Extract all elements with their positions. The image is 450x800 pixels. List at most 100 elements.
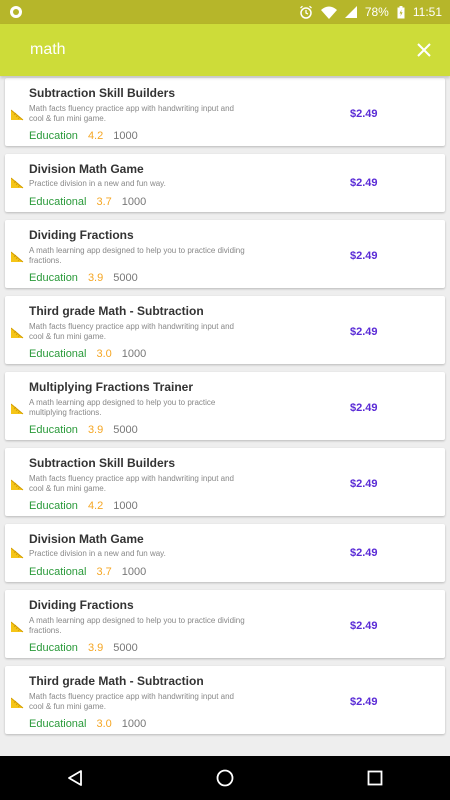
app-category: Education (29, 642, 78, 654)
clock: 11:51 (412, 5, 442, 19)
app-price[interactable]: $2.49 (350, 177, 378, 189)
status-left (10, 6, 22, 18)
app-meta: Education 4.2 1000 (29, 130, 138, 142)
app-rating: 3.7 (96, 196, 112, 208)
ruler-icon (10, 402, 25, 416)
app-downloads: 5000 (113, 424, 138, 436)
search-input[interactable] (30, 41, 330, 59)
app-price[interactable]: $2.49 (350, 108, 378, 120)
app-downloads: 1000 (121, 566, 147, 578)
app-category: Educational (29, 566, 87, 578)
signal-icon (344, 6, 357, 18)
result-card[interactable]: Dividing Fractions A math learning app de… (5, 220, 445, 288)
ruler-icon (10, 176, 25, 190)
ruler-icon (10, 478, 25, 492)
result-card[interactable]: Multiplying Fractions Trainer A math lear… (5, 372, 445, 440)
back-icon (68, 770, 82, 786)
home-icon (216, 769, 234, 787)
result-card[interactable]: Division Math Game Practice division in a… (5, 154, 445, 212)
app-description: Math facts fluency practice app with han… (29, 474, 235, 493)
recents-icon (367, 770, 383, 786)
close-icon (417, 43, 431, 57)
app-downloads: 1000 (121, 196, 147, 208)
ruler-icon (10, 546, 25, 560)
wifi-icon (320, 6, 337, 19)
app-title: Division Math Game (29, 162, 144, 176)
app-price[interactable]: $2.49 (350, 402, 378, 414)
app-category: Educational (29, 718, 87, 730)
app-price[interactable]: $2.49 (350, 696, 378, 708)
app-downloads: 1000 (113, 130, 138, 142)
app-category: Education (29, 424, 78, 436)
result-list[interactable]: Subtraction Skill Builders Math facts flu… (0, 76, 450, 756)
app-rating: 4.2 (87, 500, 104, 512)
app-meta: Educational 3.7 1000 (29, 566, 146, 578)
app-meta: Education 4.2 1000 (29, 500, 138, 512)
app-description: Practice division in a new and fun way. (29, 179, 166, 188)
app-description: A math learning app designed to help you… (29, 246, 245, 265)
app-title: Subtraction Skill Builders (29, 86, 176, 100)
app-rating: 4.2 (87, 130, 104, 142)
app-price[interactable]: $2.49 (350, 326, 378, 338)
app-category: Education (29, 130, 78, 142)
ruler-icon (10, 250, 25, 264)
status-right: 78% 11:51 (299, 5, 442, 19)
ruler-icon (10, 108, 25, 122)
home-button[interactable] (205, 758, 245, 798)
battery-icon (397, 5, 405, 19)
recents-button[interactable] (355, 758, 395, 798)
ruler-icon (10, 620, 25, 634)
app-downloads: 5000 (113, 642, 138, 654)
result-card[interactable]: Subtraction Skill Builders Math facts flu… (5, 78, 445, 146)
app-title: Division Math Game (29, 532, 144, 546)
app-downloads: 5000 (113, 272, 138, 284)
app-meta: Education 3.9 5000 (29, 272, 138, 284)
app-meta: Educational 3.0 1000 (29, 348, 146, 360)
result-card[interactable]: Third grade Math - Subtraction Math facts… (5, 666, 445, 734)
app-title: Dividing Fractions (29, 228, 134, 242)
app-description: Math facts fluency practice app with han… (29, 104, 235, 123)
app-price[interactable]: $2.49 (350, 478, 378, 490)
search-header (0, 24, 450, 76)
app-title: Dividing Fractions (29, 598, 134, 612)
app-title: Multiplying Fractions Trainer (29, 380, 194, 394)
app-meta: Education 3.9 5000 (29, 424, 138, 436)
app-description: Math facts fluency practice app with han… (29, 322, 235, 341)
ruler-icon (10, 696, 25, 710)
app-description: A math learning app designed to help you… (29, 616, 245, 635)
app-price[interactable]: $2.49 (350, 547, 378, 559)
notification-dot-icon (10, 6, 22, 18)
app-description: A math learning app designed to help you… (29, 398, 216, 417)
app-description: Practice division in a new and fun way. (29, 549, 166, 558)
app-title: Third grade Math - Subtraction (29, 304, 204, 318)
app-rating: 3.7 (96, 566, 112, 578)
app-title: Subtraction Skill Builders (29, 456, 176, 470)
app-rating: 3.9 (87, 642, 104, 654)
app-title: Third grade Math - Subtraction (29, 674, 204, 688)
app-meta: Educational 3.7 1000 (29, 196, 146, 208)
app-rating: 3.9 (87, 272, 104, 284)
app-downloads: 1000 (121, 718, 147, 730)
status-bar: 78% 11:51 (0, 0, 450, 24)
battery-percent: 78% (364, 5, 389, 19)
result-card[interactable]: Dividing Fractions A math learning app de… (5, 590, 445, 658)
app-meta: Education 3.9 5000 (29, 642, 138, 654)
ruler-icon (10, 326, 25, 340)
navigation-bar (0, 756, 450, 800)
app-price[interactable]: $2.49 (350, 250, 378, 262)
app-downloads: 1000 (121, 348, 147, 360)
result-card[interactable]: Subtraction Skill Builders Math facts flu… (5, 448, 445, 516)
alarm-icon (299, 5, 313, 19)
app-category: Educational (29, 348, 87, 360)
app-description: Math facts fluency practice app with han… (29, 692, 235, 711)
app-price[interactable]: $2.49 (350, 620, 378, 632)
app-rating: 3.0 (96, 348, 112, 360)
app-meta: Educational 3.0 1000 (29, 718, 146, 730)
app-category: Educational (29, 196, 87, 208)
app-rating: 3.9 (87, 424, 104, 436)
back-button[interactable] (55, 758, 95, 798)
result-card[interactable]: Third grade Math - Subtraction Math facts… (5, 296, 445, 364)
close-search-button[interactable] (414, 40, 434, 60)
app-rating: 3.0 (96, 718, 112, 730)
result-card[interactable]: Division Math Game Practice division in a… (5, 524, 445, 582)
